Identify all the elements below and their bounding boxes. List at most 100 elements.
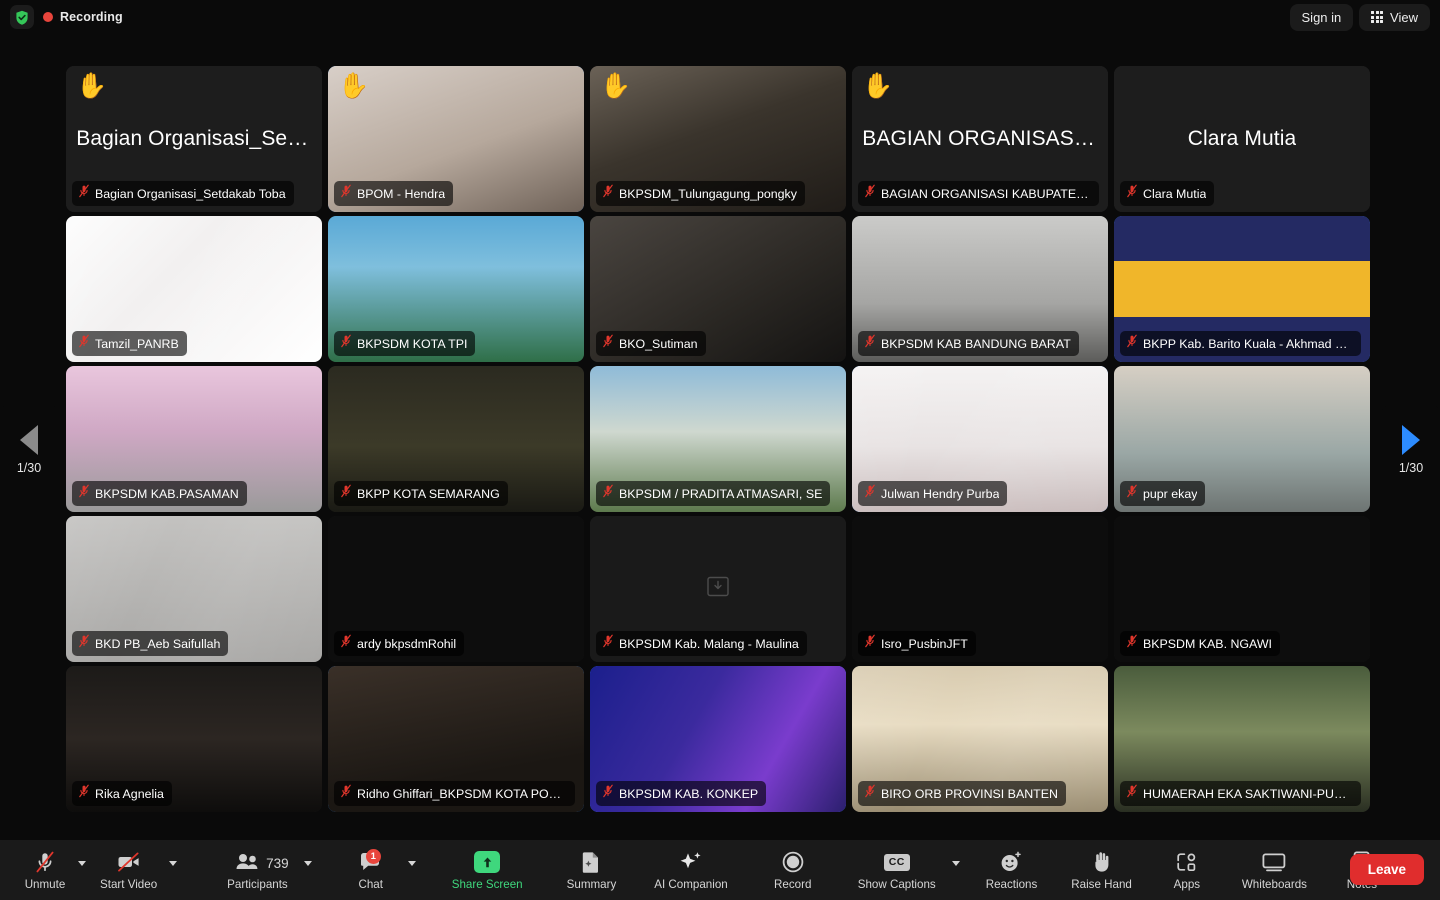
video-options-chevron-icon[interactable]: [169, 861, 178, 866]
participant-tile[interactable]: BKPSDM Kab. Malang - Maulina: [590, 516, 846, 662]
participant-name-label: HUMAERAH EKA SAKTIWANI-PUPR K...: [1143, 786, 1353, 801]
summary-label: Summary: [566, 878, 617, 891]
apps-icon: [1175, 850, 1199, 874]
mic-muted-icon: [340, 634, 352, 653]
start-video-label: Start Video: [100, 878, 158, 891]
reactions-label: Reactions: [985, 878, 1038, 891]
whiteboards-button[interactable]: Whiteboards: [1232, 847, 1317, 893]
video-off-icon: [116, 850, 142, 874]
chat-group: 1 Chat: [340, 847, 416, 893]
participant-name-label: BKO_Sutiman: [619, 336, 698, 351]
top-bar: Recording Sign in View: [0, 0, 1440, 34]
mic-muted-icon: [78, 184, 90, 203]
participant-tile[interactable]: ✋ BPOM - Hendra: [328, 66, 584, 212]
next-page-button[interactable]: 1/30: [1382, 406, 1440, 494]
chat-button[interactable]: 1 Chat: [340, 847, 402, 893]
share-screen-button[interactable]: Share Screen: [442, 847, 533, 893]
participants-group: Participants 739: [217, 847, 312, 893]
mic-muted-icon: [602, 634, 614, 653]
chat-chevron-icon[interactable]: [407, 861, 416, 866]
participant-tile[interactable]: ardy bkpsdmRohil: [328, 516, 584, 662]
participant-tile[interactable]: Isro_PusbinJFT: [852, 516, 1108, 662]
participant-tile[interactable]: HUMAERAH EKA SAKTIWANI-PUPR K...: [1114, 666, 1370, 812]
participant-tile[interactable]: BKPSDM KAB.PASAMAN: [66, 366, 322, 512]
participant-tile[interactable]: BKD PB_Aeb Saifullah: [66, 516, 322, 662]
participant-name-badge: BKO_Sutiman: [596, 331, 706, 356]
participant-tile[interactable]: BKO_Sutiman: [590, 216, 846, 362]
participant-tile[interactable]: ✋ BAGIAN ORGANISASI K... BAGIAN ORGANISASI…: [852, 66, 1108, 212]
sign-in-label: Sign in: [1301, 9, 1342, 25]
apps-button[interactable]: Apps: [1156, 847, 1218, 893]
show-captions-button[interactable]: CC Show Captions: [848, 847, 946, 893]
summary-button[interactable]: Summary: [557, 847, 627, 893]
participant-tile[interactable]: Rika Agnelia: [66, 666, 322, 812]
grid-icon: [1371, 11, 1384, 23]
participant-tile[interactable]: Ridho Ghiffari_BKPSDM KOTA PONTIA...: [328, 666, 584, 812]
mic-muted-icon: [864, 634, 876, 653]
participant-tile[interactable]: Clara Mutia Clara Mutia: [1114, 66, 1370, 212]
participant-tile[interactable]: Julwan Hendry Purba: [852, 366, 1108, 512]
participant-name-badge: BKPSDM Kab. Malang - Maulina: [596, 631, 807, 656]
view-button[interactable]: View: [1359, 3, 1430, 31]
participant-tile[interactable]: Tamzil_PANRB: [66, 216, 322, 362]
participant-name-label: BKPSDM / PRADITA ATMASARI, SE: [619, 486, 823, 501]
participant-name-label: BKPSDM KAB.PASAMAN: [95, 486, 239, 501]
participant-name-badge: Ridho Ghiffari_BKPSDM KOTA PONTIA...: [334, 781, 575, 806]
unmute-button[interactable]: Unmute: [14, 847, 76, 893]
audio-options-chevron-icon[interactable]: [78, 861, 86, 866]
mic-muted-icon: [78, 634, 90, 653]
participant-name-label: Ridho Ghiffari_BKPSDM KOTA PONTIA...: [357, 786, 567, 801]
top-bar-actions: Sign in View: [1289, 3, 1430, 31]
participant-display-name: BAGIAN ORGANISASI K...: [862, 127, 1098, 150]
participant-name-badge: pupr ekay: [1120, 481, 1206, 506]
participant-name-badge: Julwan Hendry Purba: [858, 481, 1008, 506]
participant-name-badge: Isro_PusbinJFT: [858, 631, 976, 656]
participant-tile[interactable]: ✋ Bagian Organisasi_Setd... Bagian Organis…: [66, 66, 322, 212]
participant-tile[interactable]: ✋ BKPSDM_Tulungagung_pongky: [590, 66, 846, 212]
participant-tile[interactable]: BKPSDM KOTA TPI: [328, 216, 584, 362]
show-captions-label: Show Captions: [857, 878, 936, 891]
raise-hand-button[interactable]: Raise Hand: [1061, 847, 1142, 893]
recording-status: Recording: [10, 5, 123, 29]
share-screen-icon: [474, 850, 501, 874]
video-control-group: Start Video: [90, 847, 181, 893]
participant-tile[interactable]: BKPP Kab. Barito Kuala - Akhmad Gaja...: [1114, 216, 1370, 362]
start-video-button[interactable]: Start Video: [90, 847, 167, 893]
share-screen-label: Share Screen: [451, 878, 523, 891]
next-page-indicator: 1/30: [1398, 461, 1424, 475]
participant-name-badge: BKPP KOTA SEMARANG: [334, 481, 508, 506]
mic-muted-icon: [602, 484, 614, 503]
ai-companion-button[interactable]: AI Companion: [644, 847, 737, 893]
participant-name-label: Tamzil_PANRB: [95, 336, 179, 351]
participant-tile[interactable]: BIRO ORB PROVINSI BANTEN: [852, 666, 1108, 812]
shield-check-icon[interactable]: [10, 5, 34, 29]
participant-tile[interactable]: BKPSDM KAB. KONKEP: [590, 666, 846, 812]
participant-name-badge: BKPP Kab. Barito Kuala - Akhmad Gaja...: [1120, 331, 1361, 356]
previous-page-button[interactable]: 1/30: [0, 406, 58, 494]
leave-button[interactable]: Leave: [1349, 854, 1424, 885]
participant-tile[interactable]: pupr ekay: [1114, 366, 1370, 512]
mic-muted-icon: [1126, 184, 1138, 203]
mic-muted-icon: [602, 184, 614, 203]
participant-tile[interactable]: BKPSDM / PRADITA ATMASARI, SE: [590, 366, 846, 512]
leave-label: Leave: [1367, 862, 1406, 877]
participant-name-label: BKPSDM Kab. Malang - Maulina: [619, 636, 799, 651]
raised-hand-icon: ✋: [600, 72, 632, 100]
mic-muted-icon: [864, 334, 876, 353]
participant-name-label: BKD PB_Aeb Saifullah: [95, 636, 221, 651]
captions-chevron-icon[interactable]: [951, 861, 960, 866]
participant-tile[interactable]: BKPSDM KAB. NGAWI: [1114, 516, 1370, 662]
sign-in-button[interactable]: Sign in: [1289, 3, 1354, 31]
summary-doc-icon: [581, 850, 602, 874]
reactions-button[interactable]: Reactions: [976, 847, 1048, 893]
participant-name-badge: Clara Mutia: [1120, 181, 1215, 206]
record-button[interactable]: Record: [762, 847, 824, 893]
apps-label: Apps: [1173, 878, 1201, 891]
participant-name-badge: BKPSDM_Tulungagung_pongky: [596, 181, 805, 206]
participants-chevron-icon[interactable]: [303, 861, 312, 866]
participant-name-label: BAGIAN ORGANISASI KABUPATEN AC...: [881, 186, 1091, 201]
participant-tile[interactable]: BKPP KOTA SEMARANG: [328, 366, 584, 512]
participant-tile[interactable]: BKPSDM KAB BANDUNG BARAT: [852, 216, 1108, 362]
mic-muted-icon: [602, 334, 614, 353]
participant-name-label: Julwan Hendry Purba: [881, 486, 1000, 501]
